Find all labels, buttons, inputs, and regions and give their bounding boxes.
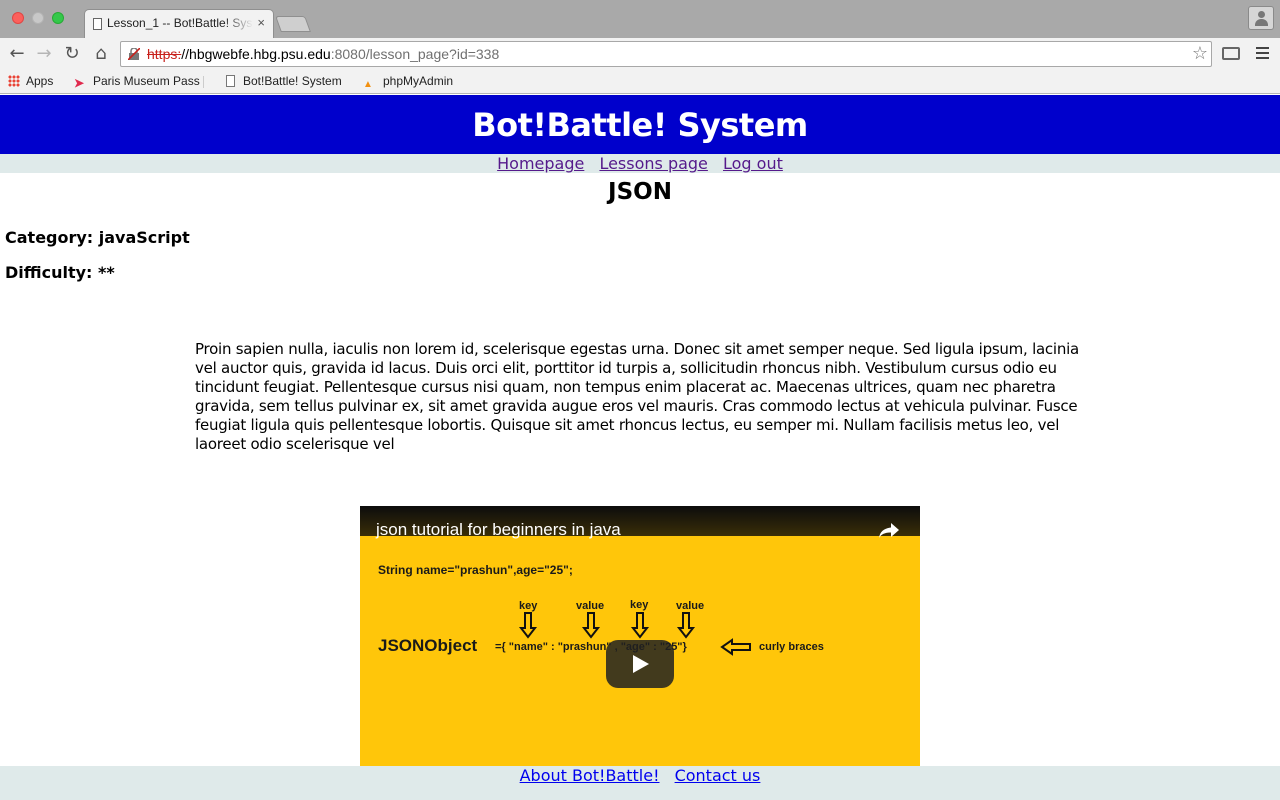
lesson-category: Category: javaScript: [5, 228, 190, 247]
phpmyadmin-icon: ▲: [363, 79, 373, 90]
site-nav: Homepage Lessons page Log out: [0, 154, 1280, 173]
video-play-button[interactable]: [606, 640, 674, 688]
nav-lessons-link[interactable]: Lessons page: [599, 154, 707, 173]
reload-icon[interactable]: ↻: [60, 42, 84, 66]
browser-toolbar: ← → ↻ ⌂ https://hbgwebfe.hbg.psu.edu:808…: [0, 38, 1280, 70]
forward-arrow-icon[interactable]: →: [32, 42, 56, 66]
window-zoom-button[interactable]: [52, 12, 64, 24]
web-page: Bot!Battle! System Homepage Lessons page…: [0, 95, 1280, 800]
person-icon-body: [1255, 19, 1268, 26]
bookmark-paris-museum-pass[interactable]: ➤ Paris Museum Pass: [74, 74, 200, 90]
bookmark-apps[interactable]: Apps: [8, 74, 53, 88]
paris-museum-icon: ➤: [74, 76, 85, 90]
browser-tabstrip: Lesson_1 -- Bot!Battle! System ×: [0, 0, 1280, 38]
site-footer: About Bot!Battle! Contact us: [0, 766, 1280, 800]
insecure-lock-icon: [128, 48, 140, 60]
tab-close-icon[interactable]: ×: [257, 15, 265, 30]
cast-icon[interactable]: [1222, 47, 1240, 60]
person-icon: [1258, 11, 1265, 18]
page-icon: [226, 75, 235, 87]
back-arrow-icon[interactable]: ←: [5, 42, 29, 66]
page-icon: [93, 18, 102, 30]
url-scheme: https:: [147, 46, 182, 62]
nav-homepage-link[interactable]: Homepage: [497, 154, 584, 173]
bookmark-label: Paris Museum Pass: [93, 74, 200, 88]
profile-button[interactable]: [1248, 6, 1274, 30]
apps-grid-icon: [8, 75, 20, 87]
browser-tab-active[interactable]: Lesson_1 -- Bot!Battle! System ×: [84, 9, 274, 38]
tab-title: Lesson_1 -- Bot!Battle! System: [107, 16, 253, 30]
window-close-button[interactable]: [12, 12, 24, 24]
lesson-title: JSON: [608, 179, 672, 205]
lesson-body-text: Proin sapien nulla, iaculis non lorem id…: [195, 340, 1079, 453]
window-minimize-button[interactable]: [32, 12, 44, 24]
home-icon[interactable]: ⌂: [89, 42, 113, 66]
bookmark-botbattle[interactable]: Bot!Battle! System: [226, 74, 342, 88]
url-path: :8080/lesson_page?id=338: [330, 46, 500, 62]
bookmark-separator: [203, 76, 204, 88]
browser-menu-icon[interactable]: [1253, 44, 1271, 64]
play-icon: [633, 655, 649, 673]
url-text: https://hbgwebfe.hbg.psu.edu:8080/lesson…: [147, 46, 499, 62]
lesson-difficulty: Difficulty: **: [5, 263, 115, 282]
footer-contact-link[interactable]: Contact us: [675, 766, 761, 785]
bookmarks-bar: Apps ➤ Paris Museum Pass Bot!Battle! Syst…: [0, 70, 1280, 94]
bookmark-label: Apps: [26, 74, 54, 88]
new-tab-button[interactable]: [275, 16, 311, 32]
bookmark-star-icon[interactable]: ☆: [1192, 42, 1208, 66]
url-host: //hbgwebfe.hbg.psu.edu: [181, 46, 331, 62]
address-bar[interactable]: https://hbgwebfe.hbg.psu.edu:8080/lesson…: [120, 41, 1212, 67]
nav-logout-link[interactable]: Log out: [723, 154, 783, 173]
site-header: Bot!Battle! System: [0, 95, 1280, 154]
bookmark-label: Bot!Battle! System: [243, 74, 342, 88]
youtube-video-embed[interactable]: json tutorial for beginners in java Stri…: [360, 506, 920, 800]
bookmark-phpmyadmin[interactable]: ▲ phpMyAdmin: [363, 74, 453, 91]
footer-about-link[interactable]: About Bot!Battle!: [520, 766, 660, 785]
bookmark-label: phpMyAdmin: [383, 74, 454, 88]
